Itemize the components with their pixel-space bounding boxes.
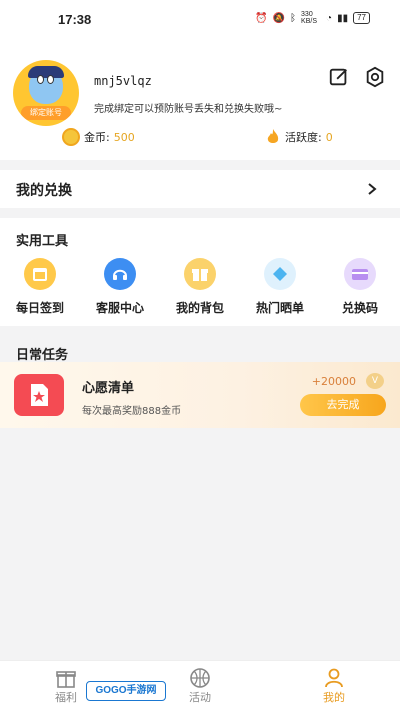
edit-icon[interactable] [328, 66, 350, 88]
wishlist-icon [14, 374, 64, 416]
daily-tasks-section: 日常任务 心愿清单 每次最高奖励888金币 +20000 V 去完成 [0, 336, 400, 430]
coin-icon [62, 128, 80, 146]
signal-icon: ▮▮ [337, 12, 349, 24]
status-icons: ⏰ 🔕 ᛒ 330 KB/S ◔ ▮▮ 77 [255, 11, 370, 25]
activity-value: 0 [325, 130, 333, 144]
task-item[interactable]: 心愿清单 每次最高奖励888金币 +20000 V 去完成 [0, 362, 400, 428]
task-reward: +20000 [311, 375, 356, 388]
chevron-right-icon [368, 183, 377, 195]
avatar[interactable]: 绑定账号 [13, 60, 79, 126]
tool-hot-showcase[interactable]: 热门晒单 [240, 258, 320, 316]
tool-daily-checkin[interactable]: 每日签到 [0, 258, 80, 316]
task-subtitle: 每次最高奖励888金币 [82, 406, 182, 417]
task-title: 心愿清单 [82, 381, 135, 396]
nav-mine[interactable]: 我的 [304, 667, 364, 705]
status-time: 17:38 [58, 12, 92, 27]
my-exchange-title: 我的兑换 [16, 183, 72, 199]
watermark-logo: GOGO手游网 [86, 681, 166, 701]
coins-label: 金币: [84, 131, 110, 144]
gift-icon [184, 258, 216, 290]
bind-account-tag[interactable]: 绑定账号 [21, 106, 71, 120]
tool-customer-service[interactable]: 客服中心 [80, 258, 160, 316]
activity-stat[interactable]: 活跃度: 0 [265, 128, 333, 146]
basketball-icon [190, 668, 210, 688]
username: mnj5vlqz [94, 74, 152, 88]
mute-icon: 🔕 [272, 12, 286, 24]
activity-label: 活跃度: [285, 131, 322, 144]
my-exchange-row[interactable]: 我的兑换 [0, 170, 400, 208]
status-bar: 17:38 ⏰ 🔕 ᛒ 330 KB/S ◔ ▮▮ 77 [0, 0, 400, 38]
tool-label: 每日签到 [15, 301, 64, 315]
settings-icon[interactable] [364, 66, 386, 88]
nav-label: 活动 [189, 691, 211, 704]
tools-section: 实用工具 每日签到 客服中心 我的背包 热门晒单 兑换码 [0, 218, 400, 326]
tool-label: 我的背包 [175, 301, 224, 315]
bluetooth-icon: ᛒ [290, 12, 297, 24]
avatar-eye [37, 75, 44, 84]
nav-label: 我的 [323, 691, 345, 704]
bottom-nav: 福利 GOGO手游网 活动 我的 [0, 660, 400, 711]
battery-indicator: 77 [353, 12, 370, 24]
calendar-icon [24, 258, 56, 290]
bind-hint: 完成绑定可以预防账号丢失和兑换失败哦~ [94, 104, 283, 115]
nav-activity[interactable]: 活动 [170, 667, 230, 705]
tool-my-backpack[interactable]: 我的背包 [160, 258, 240, 316]
tool-label: 热门晒单 [255, 301, 304, 315]
wifi-icon: ◔ [326, 12, 333, 24]
tool-label: 客服中心 [95, 301, 144, 315]
network-speed: 330 KB/S [301, 11, 317, 25]
stats-row: 金币: 500 活跃度: 0 [0, 128, 400, 150]
user-icon [325, 668, 343, 688]
tool-label: 兑换码 [341, 301, 378, 315]
headset-icon [104, 258, 136, 290]
reward-coin-icon: V [366, 373, 384, 389]
avatar-eye [47, 75, 54, 84]
daily-tasks-title: 日常任务 [16, 348, 69, 363]
gift-icon [56, 671, 76, 688]
fire-icon [267, 129, 279, 143]
task-complete-button[interactable]: 去完成 [300, 394, 386, 416]
tool-redeem-code[interactable]: 兑换码 [320, 258, 400, 316]
card-icon [344, 258, 376, 290]
alarm-icon: ⏰ [255, 12, 268, 24]
diamond-icon [264, 258, 296, 290]
coins-value: 500 [113, 130, 135, 144]
coins-stat[interactable]: 金币: 500 [62, 128, 135, 146]
avatar-hair [28, 66, 64, 78]
tools-title: 实用工具 [16, 234, 69, 249]
header-actions [328, 66, 386, 88]
